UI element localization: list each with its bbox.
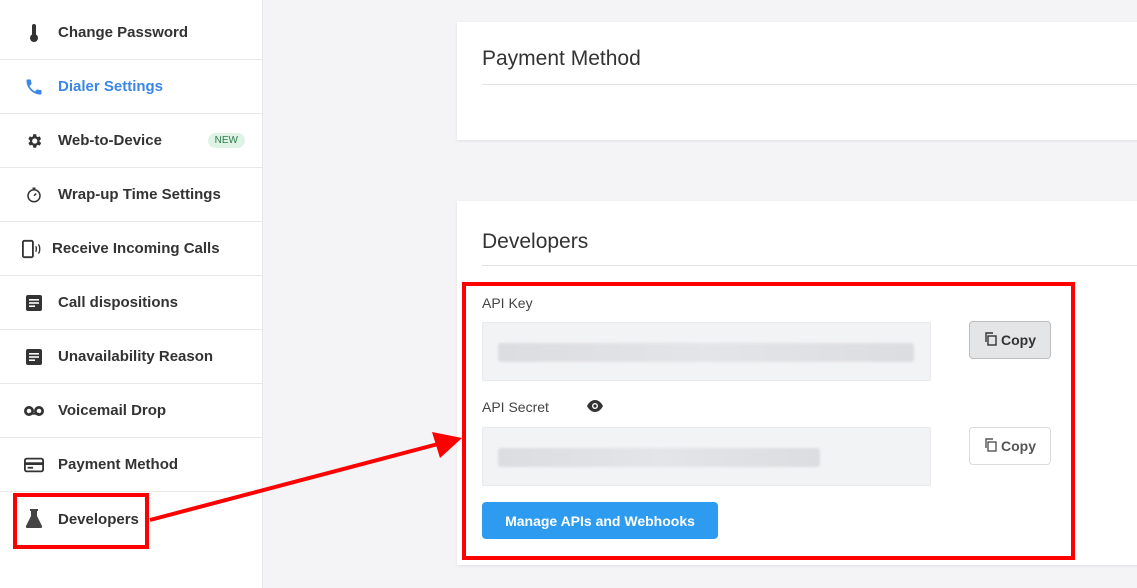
annotation-arrow	[149, 432, 462, 522]
